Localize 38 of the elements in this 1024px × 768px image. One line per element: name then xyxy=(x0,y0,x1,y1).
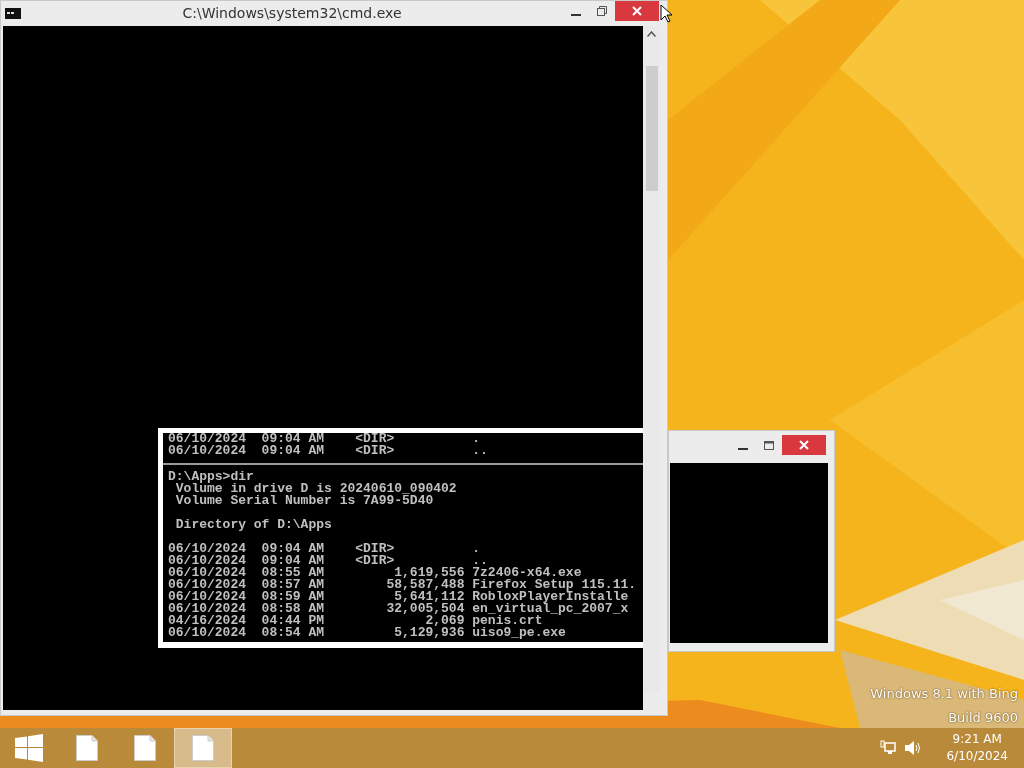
file-icon xyxy=(134,735,156,761)
clock-date[interactable]: 6/10/2024 xyxy=(946,748,1008,765)
window-title: C:\Windows\system32\cmd.exe xyxy=(182,5,402,21)
minimize-icon xyxy=(571,13,581,16)
console-line: 06/10/2024 09:04 AM <DIR> .. xyxy=(168,555,488,567)
close-icon xyxy=(632,6,642,16)
file-icon xyxy=(192,735,214,761)
console-line: 04/16/2024 04:44 PM 2,069 penis.crt xyxy=(168,615,543,627)
taskbar-app-button[interactable] xyxy=(174,728,232,768)
console-line: D:\Apps>dir xyxy=(168,471,254,483)
close-button[interactable] xyxy=(782,435,826,455)
console-line: Volume Serial Number is 7A99-5D40 xyxy=(174,495,434,507)
cursor-icon xyxy=(660,4,673,23)
console-line: 06/10/2024 08:58 AM 32,005,504 en_virtual_pc_2007_x xyxy=(168,603,630,615)
watermark-text: Windows 8.1 with Bing xyxy=(870,685,1018,703)
windows-logo-icon xyxy=(15,734,43,762)
console-line: 06/10/2024 09:04 AM <DIR> . xyxy=(168,543,482,555)
console-line: Directory of D:\Apps xyxy=(174,519,333,531)
scrollbar-thumb[interactable] xyxy=(646,66,658,191)
speaker-icon[interactable] xyxy=(904,740,923,756)
console-line: 06/10/2024 08:55 AM 1,619,556 7z2406-x64.exe xyxy=(168,567,582,579)
network-icon[interactable] xyxy=(880,740,897,756)
maximize-icon xyxy=(764,440,774,450)
close-icon xyxy=(799,440,809,450)
console-icon xyxy=(5,8,21,19)
console-line: 06/10/2024 08:59 AM 5,641,112 RobloxPlayerInstalle xyxy=(168,591,630,603)
minimize-icon xyxy=(738,447,748,450)
restore-icon xyxy=(597,6,607,16)
console-line: Volume in drive D is 20240610_090402 xyxy=(175,483,458,495)
console-line: 06/10/2024 09:04 AM <DIR> . xyxy=(168,433,482,445)
scroll-up-icon[interactable] xyxy=(647,31,656,37)
close-button[interactable] xyxy=(615,1,659,21)
watermark-text: Build 9600 xyxy=(948,709,1018,727)
console-line: 06/10/2024 08:57 AM 58,587,488 Firefox Setup 115.11. xyxy=(168,579,638,591)
console-line: 06/10/2024 08:54 AM 5,129,936 uiso9_pe.exe xyxy=(168,627,567,639)
clock-time[interactable]: 9:21 AM xyxy=(946,731,1008,748)
file-icon xyxy=(76,735,98,761)
console-line: 06/10/2024 09:04 AM <DIR> .. xyxy=(168,445,489,457)
